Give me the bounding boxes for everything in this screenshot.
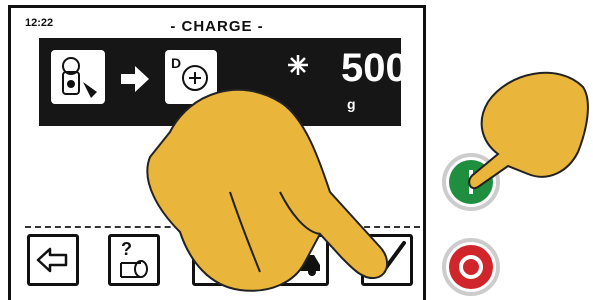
stop-button[interactable] xyxy=(442,238,500,296)
refrigerant-source-icon xyxy=(51,50,105,104)
power-off-icon xyxy=(459,255,483,279)
pointing-hand-icon xyxy=(468,71,589,190)
svg-text:D: D xyxy=(171,55,181,71)
screen-title: - CHARGE - xyxy=(170,18,264,35)
arrow-left-icon xyxy=(36,247,68,273)
back-button[interactable] xyxy=(27,234,79,286)
stop-button-face xyxy=(449,245,493,289)
pointing-hand-icon xyxy=(146,88,389,292)
